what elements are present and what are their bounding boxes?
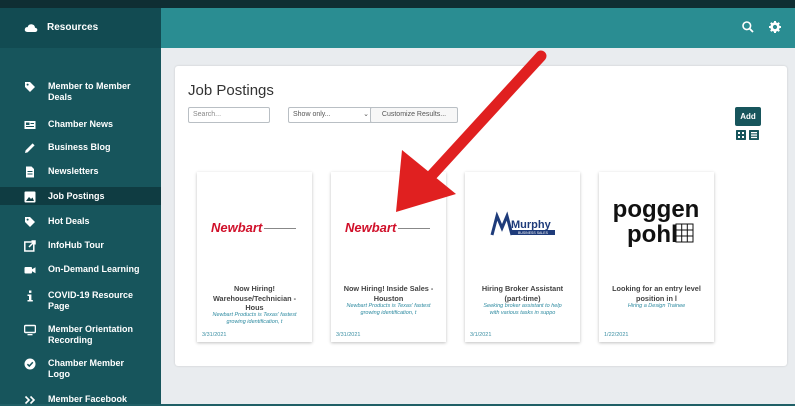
main-content: Job Postings Search... Show only... ⌄ Cu…	[161, 48, 795, 404]
external-link-icon	[24, 240, 36, 252]
newbart-logo: Newbart	[211, 220, 296, 235]
sidebar-item-label: Job Postings	[48, 191, 105, 201]
sidebar-item-label: Chamber Member Logo	[48, 358, 125, 379]
filter-select[interactable]: Show only... ⌄	[288, 107, 374, 123]
svg-text:BUSINESS SALES: BUSINESS SALES	[518, 231, 549, 235]
job-date: 1/22/2021	[604, 332, 629, 338]
chevron-down-icon: ⌄	[363, 111, 369, 118]
job-title: Looking for an entry level position in l	[612, 284, 701, 303]
sidebar-item-label: Member Orientation Recording	[48, 324, 134, 345]
header-bar	[161, 8, 795, 48]
sidebar-item-member-facebook[interactable]: Member Facebook	[0, 394, 161, 406]
add-button[interactable]: Add	[735, 107, 761, 126]
job-card[interactable]: Newbart Now Hiring! Warehouse/Technician…	[197, 172, 312, 342]
top-strip	[0, 0, 795, 8]
job-title: Now Hiring! Warehouse/Technician - Hous	[212, 284, 297, 312]
job-postings-panel: Job Postings Search... Show only... ⌄ Cu…	[175, 66, 787, 366]
gear-icon[interactable]	[768, 20, 782, 34]
job-description: Newbart Products is Texas' fastest growi…	[346, 303, 431, 316]
company-logo: Newbart	[197, 172, 312, 264]
sidebar-item-label: Hot Deals	[48, 216, 90, 226]
section-title: Resources	[47, 22, 99, 33]
job-description: Seeking broker assistant to help with va…	[483, 303, 562, 316]
customize-results-button[interactable]: Customize Results...	[370, 107, 458, 123]
info-icon	[27, 290, 33, 302]
sidebar-item-job-postings[interactable]: Job Postings	[0, 187, 167, 205]
sidebar-item-member-orientation[interactable]: Member Orientation Recording	[0, 324, 161, 346]
job-card[interactable]: Newbart Now Hiring! Inside Sales - Houst…	[331, 172, 446, 342]
newbart-logo: Newbart	[345, 220, 430, 235]
sidebar-item-member-deals[interactable]: Member to Member Deals	[0, 81, 161, 103]
search-input[interactable]: Search...	[188, 107, 270, 123]
sidebar-item-label: Newsletters	[48, 166, 99, 176]
job-description: Hiring a Design Trainee	[627, 303, 686, 309]
svg-text:Newbart: Newbart	[345, 220, 397, 235]
sidebar-item-newsletters[interactable]: Newsletters	[0, 166, 161, 178]
svg-text:Murphy: Murphy	[511, 219, 552, 231]
sidebar-item-business-blog[interactable]: Business Blog	[0, 142, 161, 154]
check-circle-icon	[24, 358, 36, 370]
top-bar: Resources	[0, 0, 795, 48]
tag-icon	[25, 217, 35, 227]
double-chevron-icon	[24, 395, 36, 405]
murphy-logo: Murphy BUSINESS SALES	[490, 211, 555, 236]
sidebar-item-label: Chamber News	[48, 119, 114, 129]
job-card[interactable]: Murphy BUSINESS SALES Hiring Broker Assi…	[465, 172, 580, 342]
job-date: 3/31/2021	[336, 332, 361, 338]
page-title: Job Postings	[188, 82, 274, 99]
job-description: Newbart Products is Texas' fastest growi…	[212, 312, 297, 325]
company-logo: Newbart	[331, 172, 446, 264]
search-icon[interactable]	[741, 20, 755, 34]
sidebar-item-label: InfoHub Tour	[48, 240, 104, 250]
sidebar-header[interactable]: Resources	[0, 8, 161, 48]
sidebar-item-label: On-Demand Learning	[48, 264, 140, 274]
sidebar-item-member-logo[interactable]: Chamber Member Logo	[0, 358, 161, 380]
company-logo: Murphy BUSINESS SALES	[465, 172, 580, 264]
video-icon	[24, 267, 36, 274]
sidebar-item-hot-deals[interactable]: Hot Deals	[0, 216, 161, 228]
filter-select-value: Show only...	[293, 111, 331, 118]
pencil-icon	[25, 143, 35, 153]
image-icon	[24, 191, 36, 203]
newspaper-icon	[24, 121, 36, 129]
job-card[interactable]: poggen pohl Looking for an entry level p…	[599, 172, 714, 342]
sidebar-item-chamber-news[interactable]: Chamber News	[0, 119, 161, 131]
sidebar-item-on-demand-learning[interactable]: On-Demand Learning	[0, 264, 161, 276]
sidebar-item-label: Business Blog	[48, 142, 111, 152]
company-logo: poggen pohl	[599, 172, 714, 264]
sidebar-item-covid-resource[interactable]: COVID-19 Resource Page	[0, 290, 161, 312]
job-date: 3/1/2021	[470, 332, 492, 338]
job-title: Hiring Broker Assistant (part-time)	[481, 284, 564, 303]
sidebar-item-label: COVID-19 Resource Page	[48, 290, 134, 311]
job-date: 3/31/2021	[202, 332, 227, 338]
svg-text:Newbart: Newbart	[211, 220, 263, 235]
monitor-icon	[24, 324, 36, 336]
poggenpohl-logo: poggen pohl	[613, 196, 700, 248]
tag-icon	[25, 82, 35, 92]
svg-text:poggen: poggen	[613, 196, 700, 223]
job-title: Now Hiring! Inside Sales - Houston	[343, 284, 434, 303]
sidebar: Member to Member Deals Chamber News Busi…	[0, 48, 167, 406]
sidebar-item-infohub-tour[interactable]: InfoHub Tour	[0, 240, 161, 252]
sidebar-item-label: Member Facebook	[48, 394, 128, 404]
sidebar-item-label: Member to Member Deals	[48, 81, 131, 102]
grid-view-icon[interactable]	[736, 130, 746, 140]
document-icon	[26, 166, 34, 178]
cloud-icon	[24, 24, 38, 32]
list-view-icon[interactable]	[749, 130, 759, 140]
svg-text:pohl: pohl	[627, 221, 678, 248]
